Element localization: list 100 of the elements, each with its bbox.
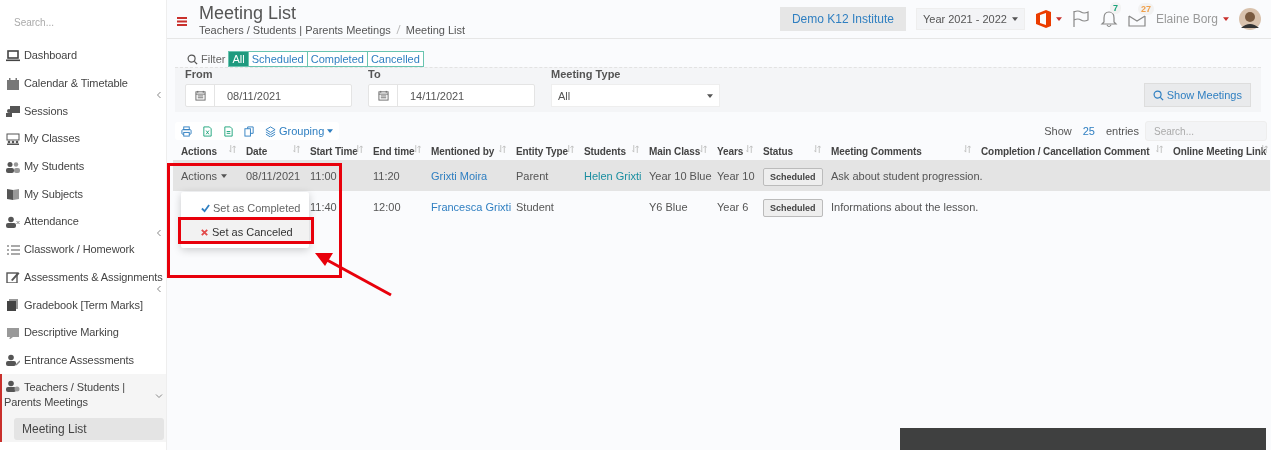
status-label: Scheduled: [763, 167, 823, 186]
sidebar-item[interactable]: My Classes: [0, 125, 166, 153]
column-header[interactable]: Mentioned by: [423, 142, 508, 160]
caret-icon: [707, 93, 713, 98]
avatar-icon[interactable]: [1239, 8, 1261, 30]
table-cell: Parent: [516, 169, 549, 182]
sidebar-item[interactable]: Gradebook [Term Marks]: [0, 291, 166, 319]
user-x-icon: [6, 215, 20, 228]
notification-count: 7: [1109, 2, 1121, 14]
sidebar-item[interactable]: My Students: [0, 152, 166, 181]
filter-tab[interactable]: Cancelled: [366, 51, 424, 67]
field-label: To: [368, 68, 382, 80]
table-row[interactable]: Actions 08/11/2021 11:00 11:20 Grixti Moira Parent Helen Grixti Year 10 Blue Year 10 Scheduled Ask about student progression.: [173, 160, 1270, 191]
filter-tab[interactable]: Scheduled: [247, 51, 308, 67]
sidebar-item[interactable]: Assessments & Assignments: [0, 263, 166, 292]
table-cell: 11:00: [310, 169, 337, 182]
filter-tab[interactable]: Completed: [306, 51, 368, 67]
sidebar-item[interactable]: Dashboard: [0, 42, 166, 70]
menu-item[interactable]: Set as Canceled: [181, 220, 309, 244]
institute-button[interactable]: Demo K12 Institute: [779, 7, 906, 31]
search-icon: [187, 53, 198, 65]
table-cell: 11:40: [310, 200, 337, 213]
sidebar-subitem[interactable]: Meeting List: [14, 418, 164, 441]
filter-label: Filter: [187, 53, 226, 65]
sort-icon: [632, 145, 639, 153]
column-header[interactable]: Entity Type: [508, 142, 576, 160]
sort-icon: [293, 145, 300, 153]
document-icon[interactable]: [223, 125, 234, 137]
caret-icon: [221, 173, 228, 178]
year-dropdown[interactable]: Year 2021 - 2022: [915, 8, 1025, 30]
table-cell: Year 6: [717, 200, 749, 213]
laptop-icon: [6, 49, 20, 62]
status-label: Scheduled: [763, 198, 823, 217]
list-icon: [6, 243, 20, 256]
filter-tab[interactable]: All: [228, 51, 249, 67]
layers-icon: [265, 125, 276, 137]
date-field[interactable]: 14/11/2021: [368, 84, 535, 107]
page-title: Meeting List: [199, 2, 298, 23]
sort-icon: [229, 145, 236, 153]
sidebar-item[interactable]: Calendar & Timetable: [0, 69, 166, 98]
column-header[interactable]: End time: [365, 142, 423, 160]
close-icon: [200, 227, 209, 237]
sidebar-item[interactable]: Sessions: [0, 97, 166, 126]
breadcrumb-item: Meeting List: [405, 23, 466, 36]
sort-icon: [414, 145, 421, 153]
table-cell: 11:20: [373, 169, 400, 182]
sort-icon: [356, 145, 363, 153]
table-cell: Ask about student progression.: [831, 169, 983, 182]
check-icon: [201, 203, 210, 213]
column-header[interactable]: Meeting Comments: [823, 142, 973, 160]
presentation-icon: [6, 105, 20, 118]
menu-item[interactable]: Set as Completed: [181, 196, 309, 220]
sort-icon: [814, 145, 821, 153]
sort-icon: [700, 145, 707, 153]
sidebar-search-field[interactable]: Search...: [14, 17, 144, 28]
flag-icon[interactable]: [1071, 10, 1090, 28]
office-icon: [1034, 10, 1052, 28]
copy-icon[interactable]: [244, 125, 255, 137]
table-cell: Year 10: [717, 169, 755, 182]
column-header[interactable]: Completion / Cancellation Comment: [973, 142, 1165, 160]
meeting-type-select[interactable]: All: [551, 84, 720, 107]
calendar-icon: [377, 90, 389, 101]
show-label: Show: [1044, 125, 1072, 137]
sort-icon: [746, 145, 753, 153]
column-header[interactable]: Online Meeting Link: [1165, 142, 1270, 160]
sidebar-item[interactable]: My Subjects: [0, 180, 166, 209]
users-icon: [6, 160, 20, 173]
table-search-field[interactable]: Search...: [1145, 121, 1267, 141]
menu-icon[interactable]: [177, 16, 187, 26]
office-menu[interactable]: [1034, 10, 1062, 28]
sort-icon: [499, 145, 506, 153]
person-link[interactable]: Francesca Grixti: [431, 200, 512, 213]
print-icon[interactable]: [181, 125, 192, 137]
column-header[interactable]: Actions: [173, 142, 238, 160]
table-cell: 08/11/2021: [246, 169, 301, 182]
bell-icon[interactable]: [1099, 10, 1118, 28]
column-header[interactable]: Students: [576, 142, 641, 160]
sort-icon: [964, 145, 971, 153]
column-header[interactable]: Years: [709, 142, 755, 160]
calendar-icon: [6, 77, 20, 90]
sidebar-item[interactable]: Teachers / Students | Parents Meetings: [0, 374, 166, 417]
entries-label: entries: [1105, 125, 1139, 137]
sidebar-item[interactable]: Descriptive Marking: [0, 318, 166, 347]
show-meetings-button[interactable]: Show Meetings: [1143, 83, 1251, 107]
sort-icon: [567, 145, 574, 153]
field-label: Meeting Type: [551, 68, 622, 80]
page-size-select[interactable]: 25: [1082, 125, 1095, 137]
spreadsheet-icon[interactable]: [202, 125, 213, 137]
column-header[interactable]: Start Time: [302, 142, 365, 160]
column-header[interactable]: Date: [238, 142, 302, 160]
sidebar-item[interactable]: Classwork / Homework: [0, 235, 166, 264]
table-cell: Informations about the lesson.: [831, 200, 979, 213]
message-count: 27: [1137, 3, 1154, 15]
sidebar-item[interactable]: Entrance Assessments: [0, 346, 166, 375]
book-icon: [6, 188, 20, 201]
date-field[interactable]: 08/11/2021: [185, 84, 352, 107]
sidebar-item[interactable]: Attendance: [0, 208, 166, 236]
column-header[interactable]: Status: [755, 142, 823, 160]
column-header[interactable]: Main Class: [641, 142, 709, 160]
breadcrumb-item[interactable]: Teachers / Students | Parents Meetings: [199, 23, 391, 36]
